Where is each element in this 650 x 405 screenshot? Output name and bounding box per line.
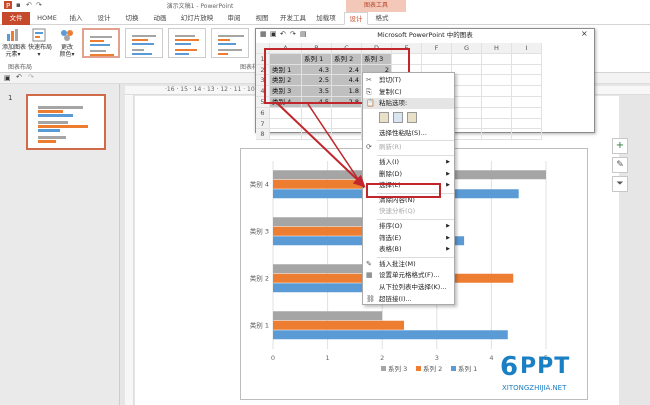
watermark-url: XITONGZHIJIA.NET <box>502 384 567 392</box>
annotation-arrows <box>277 103 366 189</box>
arrow-line-2 <box>307 103 365 189</box>
watermark-brand: PPT <box>520 354 571 379</box>
arrow-to-clear-contents <box>277 103 366 188</box>
watermark-logo: 6 PPT XITONGZHIJIA.NET <box>500 350 640 400</box>
watermark-numeral: 6 <box>500 352 519 382</box>
